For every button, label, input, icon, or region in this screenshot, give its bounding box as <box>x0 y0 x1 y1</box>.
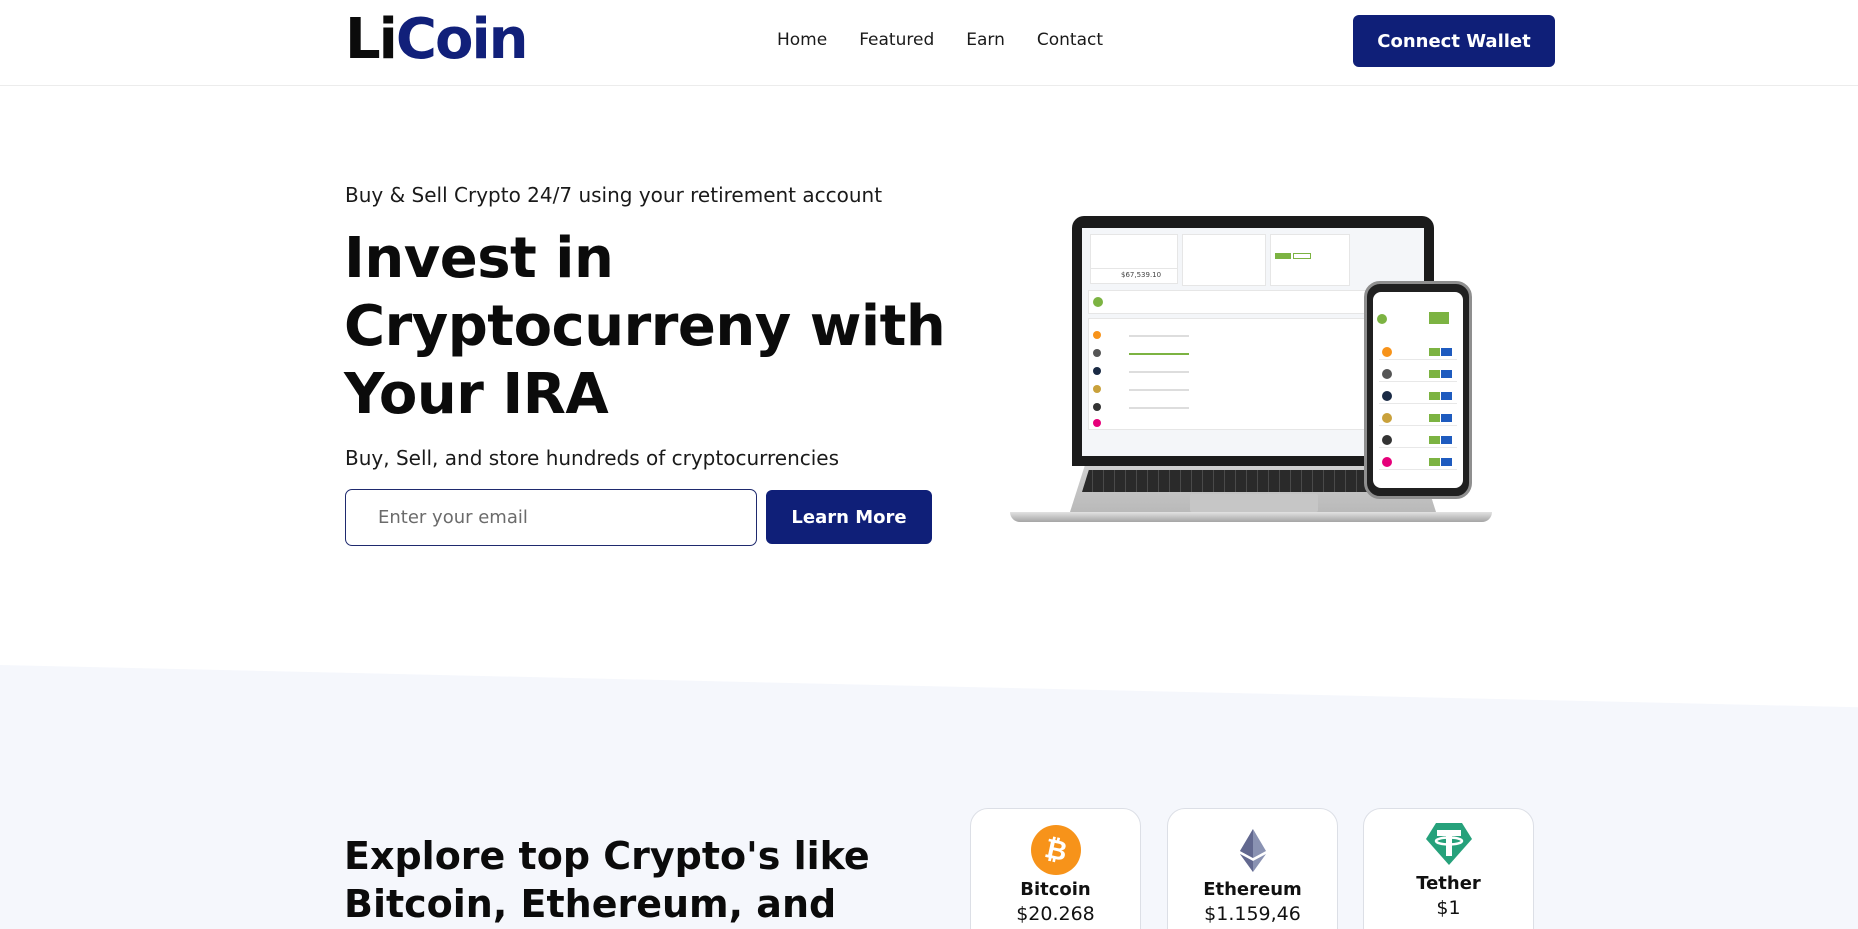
nav-earn[interactable]: Earn <box>966 28 1005 52</box>
hero-title-line: Cryptocurreny with <box>344 294 946 359</box>
ethereum-icon <box>1240 829 1266 872</box>
coin-name: Bitcoin <box>1020 879 1091 900</box>
referral-panel <box>1182 234 1266 286</box>
coin-price: $20.268 <box>1016 903 1095 925</box>
logo[interactable]: LiCoin <box>345 7 529 72</box>
explore-title-line: Explore top Crypto's like <box>344 834 870 878</box>
bitcoin-icon: ₿ <box>1031 825 1081 875</box>
phone-row <box>1379 432 1457 448</box>
laptop-trackpad <box>1190 494 1318 512</box>
coin-name: Ethereum <box>1203 879 1302 900</box>
hero-subtitle: Buy, Sell, and store hundreds of cryptoc… <box>345 446 840 470</box>
hero-title-line: Invest in <box>344 226 614 291</box>
laptop-lip <box>1010 512 1492 522</box>
explore-title-line: Bitcoin, Ethereum, and <box>344 882 837 926</box>
nav-menu: Home Featured Earn Contact <box>777 28 1103 52</box>
nav-featured[interactable]: Featured <box>859 28 934 52</box>
nav-home[interactable]: Home <box>777 28 827 52</box>
phone-row <box>1379 344 1457 360</box>
coin-price: $1.159,46 <box>1204 903 1301 925</box>
learn-more-button[interactable]: Learn More <box>766 490 932 544</box>
navbar: LiCoin Home Featured Earn Contact Connec… <box>0 0 1858 86</box>
phone-row <box>1379 454 1457 470</box>
coin-card-ethereum[interactable]: Ethereum $1.159,46 <box>1167 808 1338 929</box>
coin-card-tether[interactable]: Tether $1 <box>1363 808 1534 929</box>
logo-text-coin: Coin <box>395 7 529 72</box>
nav-contact[interactable]: Contact <box>1037 28 1103 52</box>
tether-icon <box>1426 823 1472 865</box>
phone-screen <box>1373 292 1463 488</box>
hero-title: Invest in Cryptocurreny with Your IRA <box>344 225 946 429</box>
phone-row <box>1379 410 1457 426</box>
portfolio-value-panel: $67,539.10 <box>1090 268 1178 284</box>
coin-name: Tether <box>1416 873 1481 894</box>
explore-title: Explore top Crypto's like Bitcoin, Ether… <box>344 832 870 928</box>
phone-mockup <box>1364 281 1472 499</box>
connect-wallet-button[interactable]: Connect Wallet <box>1353 15 1555 67</box>
phone-row <box>1379 388 1457 404</box>
device-mockup-image: $67,539.10 <box>1010 212 1492 532</box>
coin-card-bitcoin[interactable]: ₿ Bitcoin $20.268 <box>970 808 1141 929</box>
hero-title-line: Your IRA <box>344 362 609 427</box>
explore-section-background <box>0 665 1858 929</box>
phone-row <box>1379 366 1457 382</box>
portfolio-value: $67,539.10 <box>1121 271 1162 279</box>
hero-eyebrow: Buy & Sell Crypto 24/7 using your retire… <box>345 183 883 207</box>
support-panel <box>1270 234 1350 286</box>
email-input[interactable] <box>345 489 757 546</box>
logo-text-li: Li <box>345 7 398 72</box>
coin-price: $1 <box>1436 897 1461 919</box>
